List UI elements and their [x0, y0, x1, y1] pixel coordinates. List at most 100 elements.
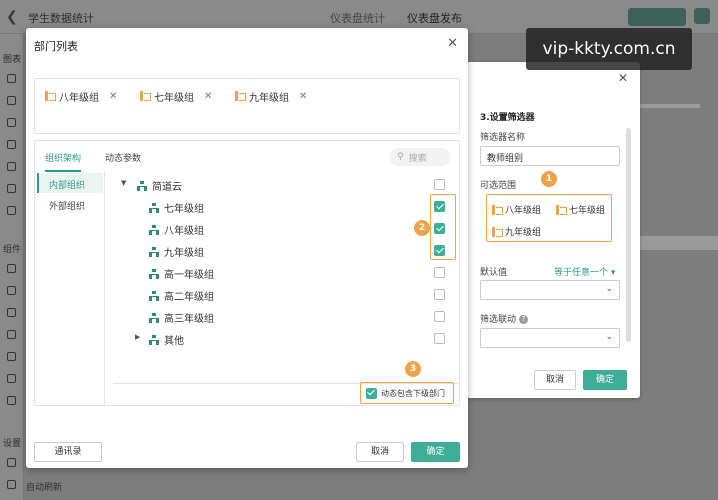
tab-org-structure[interactable]: 组织架构 — [45, 151, 82, 172]
widget-icon[interactable] — [7, 330, 16, 339]
chart-icon[interactable] — [7, 140, 16, 149]
chevron-down-icon: ⌄ — [605, 284, 613, 294]
remove-icon[interactable]: ✕ — [204, 91, 212, 102]
org-icon — [149, 291, 159, 301]
filter-settings-panel: ✕ 3.设置筛选器 筛选器名称 教师组别 可选范围 八年级组 七年级组 九年级组… — [466, 62, 640, 398]
default-label: 默认值 — [480, 268, 508, 278]
tree-row-root[interactable]: ▼ 简道云 — [113, 175, 455, 195]
include-sub-departments[interactable]: 动态包含下级部门 — [360, 382, 454, 404]
tag-icon — [45, 91, 56, 101]
chart-icon[interactable] — [7, 184, 16, 193]
rail-section-settings: 设置 — [3, 439, 22, 449]
filter-name-input[interactable]: 教师组别 — [480, 146, 620, 166]
org-icon — [149, 269, 159, 279]
checkbox[interactable] — [434, 289, 445, 300]
tree-row[interactable]: 九年级组 — [113, 241, 455, 261]
linkage-label: 筛选联动? — [480, 312, 529, 325]
tab-dynamic-params[interactable]: 动态参数 — [105, 151, 141, 164]
range-chip: 九年级组 — [492, 225, 541, 238]
checkbox[interactable] — [434, 179, 445, 190]
tag-icon — [140, 91, 151, 101]
watermark: vip-kkty.com.cn — [526, 28, 692, 70]
rail-section-widgets: 组件 — [3, 245, 22, 255]
step-badge: 3 — [405, 361, 421, 377]
tag-icon — [492, 226, 503, 237]
selected-tag: 八年级组 ✕ — [45, 87, 117, 105]
default-operator-select[interactable]: 等于任意一个 ▾ — [554, 265, 615, 278]
bg-row-highlight — [640, 236, 718, 250]
widget-icon[interactable] — [7, 396, 16, 405]
tree-row[interactable]: 八年级组 — [113, 219, 455, 239]
remove-icon[interactable]: ✕ — [109, 91, 117, 102]
org-type-nav: 内部组织 外部组织 — [35, 171, 105, 405]
checkbox[interactable] — [366, 387, 377, 399]
org-icon — [149, 247, 159, 257]
widget-icon[interactable] — [7, 308, 16, 317]
checked-highlight — [430, 194, 456, 260]
department-list-modal: 部门列表 ✕ 八年级组 ✕ 七年级组 ✕ 九年级组 ✕ 组织架构 动态参数 ⚲ 搜索 … — [26, 28, 468, 468]
org-icon — [149, 335, 159, 345]
org-icon — [149, 203, 159, 213]
filter-ok-button[interactable]: 确定 — [583, 370, 627, 390]
tree-row[interactable]: 高一年级组 — [113, 263, 455, 283]
help-icon[interactable]: ? — [519, 315, 529, 324]
org-icon — [149, 313, 159, 323]
close-icon[interactable]: ✕ — [618, 71, 628, 85]
caret-down-icon[interactable]: ▼ — [121, 179, 126, 187]
rail-section-charts: 图表 — [3, 55, 22, 65]
nav-external-org[interactable]: 外部组织 — [49, 199, 85, 212]
default-value-select[interactable]: ⌄ — [480, 280, 620, 300]
chevron-down-icon: ⌄ — [605, 332, 613, 342]
chart-icon[interactable] — [7, 74, 16, 83]
tag-icon — [556, 204, 567, 215]
filter-name-label: 筛选器名称 — [480, 133, 526, 143]
tree-row[interactable]: 七年级组 — [113, 197, 455, 217]
widget-icon[interactable] — [7, 264, 16, 273]
cancel-button[interactable]: 取消 — [356, 442, 404, 462]
app-title: 学生数据统计 — [28, 12, 94, 25]
range-label: 可选范围 — [480, 181, 517, 191]
settings-icon[interactable] — [7, 458, 16, 467]
tree-row[interactable]: 高二年级组 — [113, 285, 455, 305]
checkbox[interactable] — [434, 333, 445, 344]
tag-icon — [492, 204, 503, 215]
bg-bar — [640, 104, 700, 108]
ok-button[interactable]: 确定 — [411, 442, 460, 462]
widget-icon[interactable] — [7, 374, 16, 383]
widget-icon[interactable] — [7, 286, 16, 295]
widget-icon[interactable] — [7, 352, 16, 361]
caret-right-icon[interactable]: ▶ — [135, 333, 140, 341]
tag-icon — [235, 91, 246, 101]
tree-row[interactable]: 高三年级组 — [113, 307, 455, 327]
chart-icon[interactable] — [7, 162, 16, 171]
auto-refresh-label: 自动刷新 — [26, 483, 63, 493]
selected-tag: 九年级组 ✕ — [235, 87, 307, 105]
topbar-menu-button[interactable] — [694, 8, 710, 24]
tree-row-other[interactable]: ▶ 其他 — [113, 329, 455, 349]
settings-icon[interactable] — [7, 480, 16, 489]
chart-icon[interactable] — [7, 206, 16, 215]
tab-dashboard-publish[interactable]: 仪表盘发布 — [407, 10, 462, 26]
org-picker-panel: 组织架构 动态参数 ⚲ 搜索 内部组织 外部组织 ▼ 简道云 七年级组 八年级组… — [34, 140, 460, 406]
scrollbar[interactable] — [626, 128, 631, 342]
chart-icon[interactable] — [7, 118, 16, 127]
close-icon[interactable]: ✕ — [447, 36, 458, 51]
remove-icon[interactable]: ✕ — [299, 91, 307, 102]
search-icon: ⚲ — [397, 152, 404, 162]
range-chip: 七年级组 — [556, 203, 605, 216]
nav-internal-org[interactable]: 内部组织 — [37, 173, 103, 193]
step-badge: 1 — [541, 171, 557, 187]
filter-cancel-button[interactable]: 取消 — [534, 370, 576, 390]
back-icon[interactable]: ❮ — [6, 9, 18, 25]
range-chip: 八年级组 — [492, 203, 541, 216]
linkage-select[interactable]: ⌄ — [480, 328, 620, 348]
chart-icon[interactable] — [7, 96, 16, 105]
checkbox[interactable] — [434, 311, 445, 322]
left-rail: 图表 组件 设置 — [0, 34, 24, 500]
step-badge: 2 — [414, 220, 430, 236]
search-input[interactable]: ⚲ 搜索 — [389, 148, 451, 166]
address-book-button[interactable]: 通讯录 — [34, 442, 102, 462]
checkbox[interactable] — [434, 267, 445, 278]
org-icon — [137, 181, 147, 191]
topbar-action-button[interactable] — [628, 8, 686, 26]
